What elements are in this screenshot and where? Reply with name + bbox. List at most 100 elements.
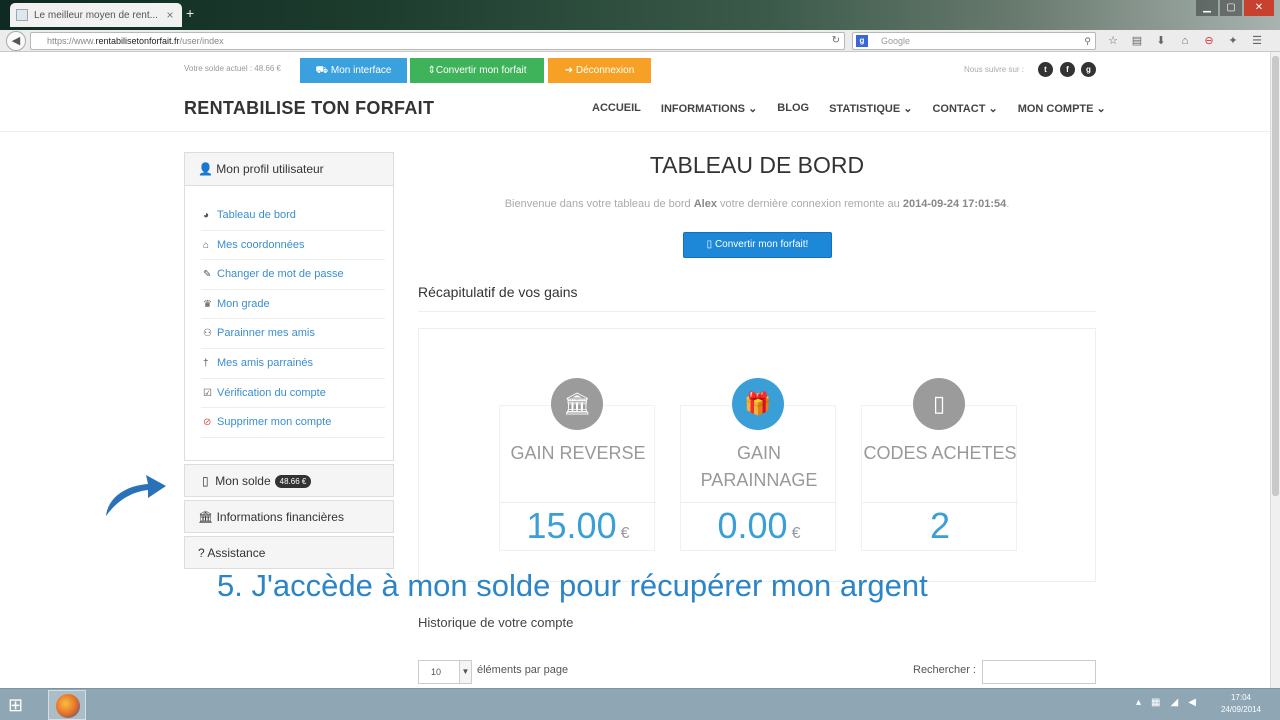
my-interface-button[interactable]: ⛟ Mon interface [300,58,407,83]
balance-panel[interactable]: ▯ Mon solde 48.66 € [184,464,394,497]
menu-mon-compte[interactable]: MON COMPTE ⌄ [1018,102,1106,115]
volume-icon[interactable]: ◀ [1188,697,1196,708]
url-path: /user/index [179,36,224,46]
check-icon: ☑ [203,387,212,399]
stat-gain-parrainage: 🎁 GAIN PARAINNAGE 0.00 € [680,378,837,551]
table-search-input[interactable] [982,660,1096,684]
recap-title: Récapitulatif de vos gains [418,284,578,300]
my-interface-label: Mon interface [330,65,392,76]
tab-title: Le meilleur moyen de rent... [34,9,158,21]
browser-tab[interactable]: Le meilleur moyen de rent... × [10,3,182,27]
download-icon[interactable]: ⬇ [1152,33,1170,49]
logout-icon: ➜ [564,65,576,76]
system-tray: ▴ ▦ ◢ ◀ [1136,697,1206,708]
facebook-icon[interactable]: f [1060,62,1075,77]
profile-menu: ◕ Tableau de bord ⌂ Mes coordonnées ✎ Chang… [201,201,385,438]
welcome-message: Bienvenue dans votre tableau de bord Ale… [418,198,1096,210]
menu-statistique[interactable]: STATISTIQUE ⌄ [829,102,912,115]
person-icon: † [203,357,209,369]
search-icon[interactable]: ⚲ [1084,33,1091,49]
windows-start-icon[interactable]: ⊞ [8,695,23,716]
sidebar-item-coordinates[interactable]: ⌂ Mes coordonnées [201,231,385,261]
table-search-label: Rechercher : [913,664,976,676]
last-login-date: 2014-09-24 17:01:54 [902,198,1007,210]
question-icon: ? [198,546,205,560]
car-icon: ⛟ [315,65,331,76]
reload-icon[interactable]: ↻ [832,33,840,49]
edit-icon: ✎ [203,269,212,281]
sidebar-item-password[interactable]: ✎ Changer de mot de passe [201,260,385,290]
url-prefix: https://www. [47,36,96,46]
home-icon[interactable]: ⌂ [1176,33,1194,49]
web-page: Votre solde actuel : 48.66 € ⛟ Mon inter… [0,52,1270,688]
sidebar-item-dashboard[interactable]: ◕ Tableau de bord [201,201,385,231]
convert-plan-top-button[interactable]: ⇕Convertir mon forfait [410,58,544,83]
per-page-label: éléments par page [477,664,569,676]
clock-time: 17:04 [1230,693,1252,702]
assistance-title: Assistance [207,546,266,560]
profile-panel-header[interactable]: 👤 Mon profil utilisateur [185,153,393,186]
scrollbar-thumb[interactable] [1272,56,1279,496]
maximize-button[interactable]: ▢ [1220,0,1242,16]
menu-accueil[interactable]: ACCUEIL [592,102,641,115]
twitter-icon[interactable]: t [1038,62,1053,77]
sidebar-item-referred-friends[interactable]: † Mes amis parrainés [201,349,385,379]
clock[interactable]: 17:04 24/09/2014 [1216,692,1266,716]
bookmarks-icon[interactable]: ▤ [1128,33,1146,49]
menu-blog[interactable]: BLOG [777,102,809,115]
google-plus-icon[interactable]: g [1081,62,1096,77]
finances-panel[interactable]: 🏛 Informations financières [184,500,394,533]
search-placeholder: Google [881,36,911,46]
convert-plan-button[interactable]: ▯ Convertir mon forfait! [683,232,832,258]
finances-panel-header[interactable]: 🏛 Informations financières [185,501,393,534]
stat-number: 15.00 [526,505,617,546]
welcome-mid: votre dernière connexion remonte au [720,198,900,210]
bank-icon: 🏛 [198,510,214,524]
tray-arrow-icon[interactable]: ▴ [1136,697,1141,708]
sidebar-item-refer-friends[interactable]: ⚇ Parainner mes amis [201,319,385,349]
minimize-button[interactable]: ▁ [1196,0,1218,16]
profile-title: Mon profil utilisateur [216,162,324,176]
bank-icon: 🏛 [551,378,603,430]
sidebar-item-label: Mon grade [217,297,270,310]
new-tab-button[interactable]: + [186,5,194,21]
menu-contact[interactable]: CONTACT ⌄ [932,102,997,115]
tab-close-icon[interactable]: × [164,8,176,22]
stat-number: 0.00 [717,505,788,546]
back-button[interactable]: ◀ [6,31,26,51]
trophy-icon: ♛ [203,298,212,310]
bookmark-star-icon[interactable]: ☆ [1104,33,1122,49]
signal-icon[interactable]: ◢ [1170,697,1178,708]
finances-title: Informations financières [216,510,344,524]
window-titlebar: Le meilleur moyen de rent... × + ▁ ▢ ✕ [0,0,1280,30]
assistance-panel-header[interactable]: ? Assistance [185,537,393,570]
balance-panel-header[interactable]: ▯ Mon solde 48.66 € [185,465,393,498]
search-bar[interactable]: g Google ⚲ [852,32,1096,50]
menu-icon[interactable]: ☰ [1248,33,1266,49]
top-bar: Votre solde actuel : 48.66 € ⛟ Mon inter… [0,52,1270,84]
site-brand[interactable]: RENTABILISE TON FORFAIT [184,98,434,119]
sidebar-item-delete-account[interactable]: ⊘ Supprimer mon compte [201,408,385,438]
extension-icon[interactable]: ✦ [1224,33,1242,49]
stat-value: 15.00 € [500,502,656,547]
tutorial-caption: 5. J'accède à mon solde pour récupérer m… [217,568,928,603]
balance-text: Votre solde actuel : 48.66 € [184,64,281,73]
stat-value: 0.00 € [681,502,837,547]
url-bar[interactable]: https://www.rentabilisetonforfait.fr/use… [30,32,845,50]
per-page-select[interactable]: 10 ▼ [418,660,472,684]
sidebar-item-verification[interactable]: ☑ Vérification du compte [201,379,385,409]
menu-informations[interactable]: INFORMATIONS ⌄ [661,102,757,115]
firefox-taskbar-button[interactable] [48,690,86,720]
page-scrollbar[interactable] [1270,52,1280,688]
network-icon[interactable]: ▦ [1151,697,1160,708]
close-window-button[interactable]: ✕ [1244,0,1274,16]
sidebar-item-grade[interactable]: ♛ Mon grade [201,290,385,320]
chevron-down-icon[interactable]: ▼ [459,661,471,683]
assistance-panel[interactable]: ? Assistance [184,536,394,569]
favicon-icon [16,9,28,21]
stop-icon[interactable]: ⊖ [1200,33,1218,49]
logout-button[interactable]: ➜ Déconnexion [548,58,651,83]
google-icon[interactable]: g [856,35,868,47]
profile-panel: 👤 Mon profil utilisateur ◕ Tableau de bor… [184,152,394,461]
mobile-icon: ▯ [706,239,715,250]
